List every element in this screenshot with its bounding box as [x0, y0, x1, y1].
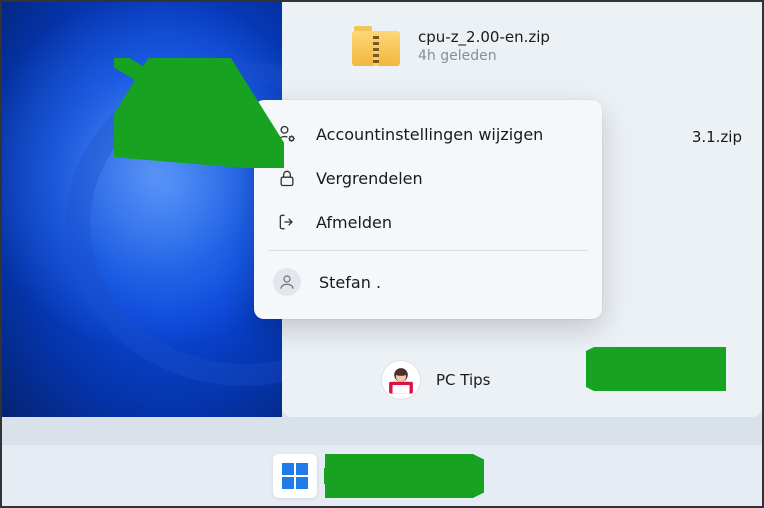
- truncated-file-name: 3.1.zip: [692, 128, 742, 146]
- recent-file-text: cpu-z_2.00-en.zip 4h geleden: [418, 28, 550, 64]
- account-settings-label: Accountinstellingen wijzigen: [316, 125, 543, 144]
- annotation-arrow: [324, 454, 484, 498]
- current-user-name: PC Tips: [436, 371, 491, 389]
- zip-folder-icon: [352, 26, 400, 66]
- sign-out-icon: [276, 211, 298, 233]
- lock-icon: [276, 167, 298, 189]
- sign-out-label: Afmelden: [316, 213, 392, 232]
- sign-out-item[interactable]: Afmelden: [254, 200, 602, 244]
- account-settings-item[interactable]: Accountinstellingen wijzigen: [254, 112, 602, 156]
- lock-item[interactable]: Vergrendelen: [254, 156, 602, 200]
- annotation-arrow: [114, 58, 284, 168]
- other-user-item[interactable]: Stefan .: [254, 257, 602, 307]
- user-account-menu: Accountinstellingen wijzigen Vergrendele…: [254, 100, 602, 319]
- recent-file-time: 4h geleden: [418, 48, 550, 64]
- lock-label: Vergrendelen: [316, 169, 423, 188]
- start-button[interactable]: [273, 454, 317, 498]
- annotation-arrow: [586, 347, 726, 391]
- windows-logo-icon: [282, 463, 308, 489]
- recent-file-name: cpu-z_2.00-en.zip: [418, 28, 550, 46]
- menu-divider: [268, 250, 588, 251]
- other-user-label: Stefan .: [319, 273, 381, 292]
- user-placeholder-icon: [273, 268, 301, 296]
- current-user-avatar: [382, 361, 420, 399]
- recent-file-row[interactable]: cpu-z_2.00-en.zip 4h geleden: [352, 26, 550, 66]
- current-user-button[interactable]: PC Tips: [382, 361, 491, 399]
